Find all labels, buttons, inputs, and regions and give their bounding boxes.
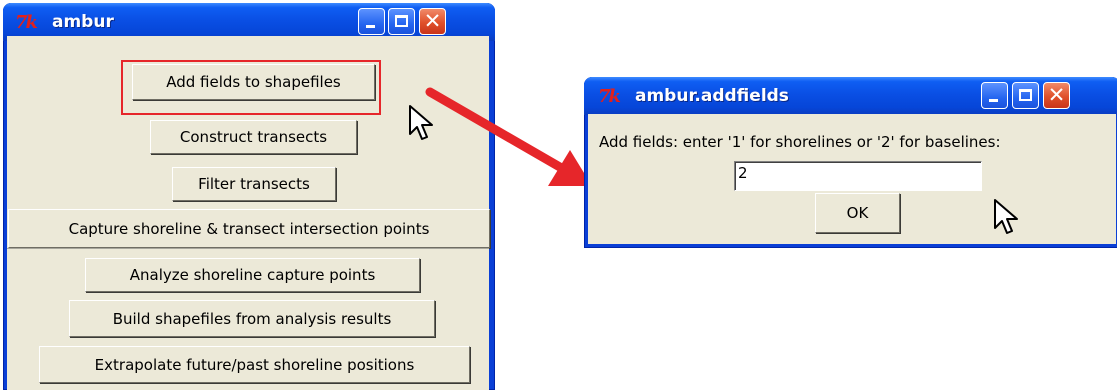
- separator: [7, 248, 489, 249]
- build-shapefiles-button[interactable]: Build shapefiles from analysis results: [69, 300, 435, 337]
- mouse-cursor-icon: [994, 199, 1018, 234]
- value-entry[interactable]: 2: [734, 161, 982, 191]
- capture-intersection-points-button[interactable]: Capture shoreline & transect intersectio…: [8, 209, 490, 248]
- maximize-button[interactable]: [388, 8, 415, 35]
- addfields-titlebar[interactable]: 7k ambur.addfields ✕: [584, 77, 1117, 115]
- tk-logo-icon: 7k: [15, 12, 38, 33]
- construct-transects-button[interactable]: Construct transects: [150, 120, 357, 154]
- addfields-client-area: Add fields: enter '1' for shorelines or …: [588, 114, 1116, 244]
- highlight-box: [121, 60, 381, 115]
- minimize-button[interactable]: [981, 82, 1008, 109]
- minimize-icon: [989, 99, 998, 102]
- red-arrow-icon: [425, 87, 592, 186]
- ok-button[interactable]: OK: [815, 193, 900, 233]
- minimize-button[interactable]: [358, 8, 385, 35]
- close-button[interactable]: ✕: [1043, 82, 1070, 109]
- filter-transects-button[interactable]: Filter transects: [172, 167, 336, 201]
- minimize-icon: [366, 25, 375, 28]
- tk-logo-icon: 7k: [598, 86, 621, 107]
- close-icon: ✕: [423, 9, 442, 33]
- close-button[interactable]: ✕: [419, 8, 446, 35]
- maximize-icon: [1019, 89, 1032, 101]
- analyze-capture-points-button[interactable]: Analyze shoreline capture points: [85, 258, 420, 292]
- maximize-button[interactable]: [1012, 82, 1039, 109]
- addfields-window: 7k ambur.addfields ✕ Add fields: enter '…: [584, 77, 1117, 248]
- window-title: ambur: [52, 12, 114, 32]
- prompt-label: Add fields: enter '1' for shorelines or …: [599, 133, 1001, 151]
- close-icon: ✕: [1047, 83, 1066, 107]
- maximize-icon: [395, 15, 408, 27]
- extrapolate-positions-button[interactable]: Extrapolate future/past shoreline positi…: [39, 346, 470, 383]
- dialog-title: ambur.addfields: [635, 86, 789, 106]
